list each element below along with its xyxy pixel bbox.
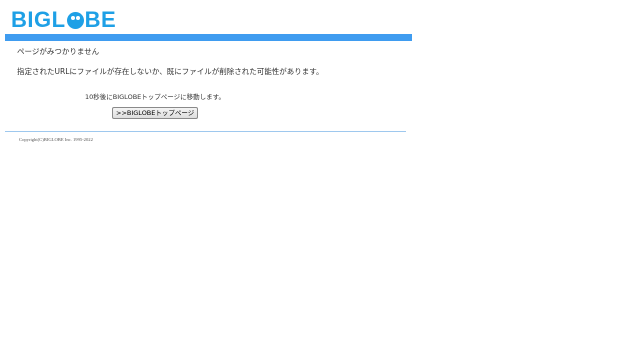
logo-eye-right: [75, 15, 80, 20]
error-message: 指定されたURLにファイルが存在しないか、既にファイルが削除された可能性がありま…: [17, 67, 324, 76]
copyright-text: Copyright(C)BIGLOBE Inc. 1995-2022: [19, 137, 93, 142]
logo-eye-left: [70, 15, 75, 20]
redirect-notice: 10秒後にBIGLOBEトップページに移動します。: [85, 93, 225, 101]
header-bar: [5, 34, 412, 41]
page-title: ページがみつかりません: [17, 47, 100, 56]
biglobe-top-button[interactable]: >>BIGLOBEトップページ: [112, 107, 199, 119]
header: BIGL BE: [11, 8, 116, 32]
logo-text-prefix: BIGL: [11, 7, 66, 32]
footer-divider: [5, 131, 406, 132]
biglobe-logo[interactable]: BIGL BE: [11, 9, 116, 31]
logo-ball-icon: [66, 11, 84, 29]
logo-text-suffix: BE: [84, 7, 117, 32]
